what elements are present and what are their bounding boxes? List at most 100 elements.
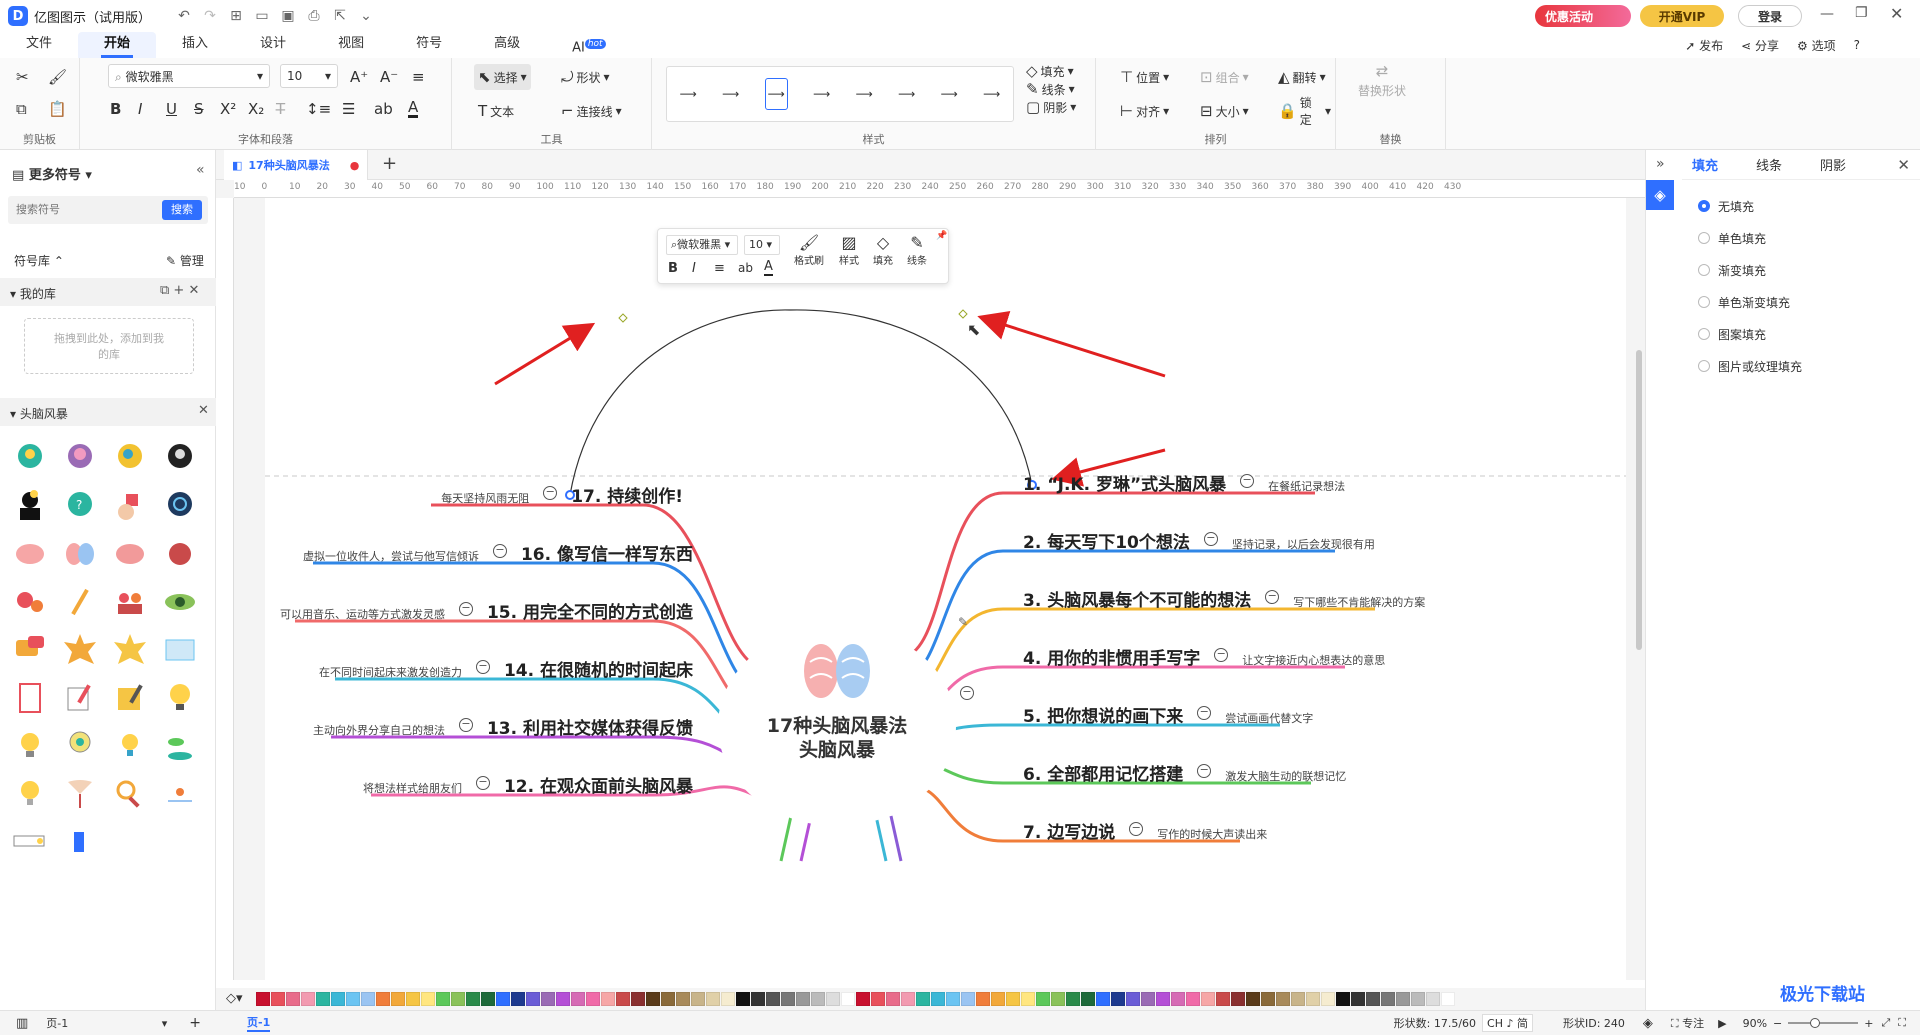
branch-note[interactable]: 主动向外界分享自己的想法 [313, 722, 445, 738]
line-style-option[interactable]: ⟶ [941, 87, 958, 101]
palette-fill-icon[interactable]: ◇▾ [226, 991, 243, 1006]
my-library-header[interactable]: ▾ 我的库 ⧉ + ✕ [0, 278, 216, 306]
control-point-handle[interactable] [958, 309, 968, 319]
clear-format-icon[interactable]: T̶ [272, 96, 289, 122]
color-swatch[interactable] [661, 992, 675, 1006]
line-style-gallery[interactable]: ⟶ ⟶ ⟶ ⟶ ⟶ ⟶ ⟶ ⟶ [666, 66, 1014, 122]
color-swatch[interactable] [421, 992, 435, 1006]
line-style-option[interactable]: ⟶ [722, 87, 739, 101]
color-swatch[interactable] [481, 992, 495, 1006]
hand-cube-icon[interactable] [110, 486, 150, 526]
position-button[interactable]: ⊤ 位置 ▾ [1116, 64, 1173, 90]
fan-icon[interactable] [60, 774, 100, 814]
fill-option-mono-gradient[interactable]: 单色渐变填充 [1646, 286, 1920, 318]
color-swatch[interactable] [1081, 992, 1095, 1006]
collapse-toggle-icon[interactable]: − [1203, 532, 1218, 546]
color-swatch[interactable] [691, 992, 705, 1006]
color-swatch[interactable] [1426, 992, 1440, 1006]
head-brain-icon[interactable] [60, 438, 100, 478]
underline-icon[interactable]: U [162, 96, 181, 122]
line-button[interactable]: ✎ 线条 ▾ [1022, 80, 1079, 98]
color-swatch[interactable] [1291, 992, 1305, 1006]
branch-note[interactable]: 虚拟一位收件人，尝试与他写信倾诉 [303, 548, 479, 564]
color-swatch[interactable] [556, 992, 570, 1006]
branch-topic[interactable]: 12. 在观众面前头脑风暴 [504, 772, 693, 797]
head-gears-icon[interactable] [110, 438, 150, 478]
fit-page-icon[interactable]: ⤢ [1881, 1016, 1890, 1030]
color-swatch[interactable] [991, 992, 1005, 1006]
color-swatch[interactable] [1396, 992, 1410, 1006]
branch-topic[interactable]: 2. 每天写下10个想法 [1023, 528, 1190, 553]
italic-icon[interactable]: I [134, 96, 146, 122]
float-case-icon[interactable]: ab [738, 261, 753, 275]
collapse-toggle-icon[interactable]: − [960, 686, 974, 700]
document-tab[interactable]: ◧ 17种头脑风暴法 ● [224, 150, 369, 180]
line-style-option[interactable]: ⟶ [680, 87, 697, 101]
canvas-area[interactable]: 10 0 10 20 30 40 50 60 70 80 90 100 110 120 130 140 150 1… [216, 180, 1645, 980]
copy-icon[interactable]: ⧉ [12, 96, 31, 122]
color-swatch[interactable] [751, 992, 765, 1006]
bulb-glow-icon[interactable] [10, 774, 50, 814]
color-swatch[interactable] [826, 992, 840, 1006]
symbol-search-input[interactable] [8, 196, 148, 224]
line-style-option[interactable]: ⟶ [898, 87, 915, 101]
brainstorm-library-header[interactable]: ▾ 头脑风暴 ✕ [0, 398, 216, 426]
branch-note[interactable]: 可以用音乐、运动等方式激发灵感 [280, 606, 445, 622]
color-swatch[interactable] [1156, 992, 1170, 1006]
color-swatch[interactable] [676, 992, 690, 1006]
collapse-panel-icon[interactable]: « [196, 162, 205, 178]
branch-note[interactable]: 坚持记录，以后会发现很有用 [1232, 536, 1375, 552]
brain-colored-icon[interactable] [60, 534, 100, 574]
cut-icon[interactable]: ✂ [12, 64, 33, 90]
collapse-toggle-icon[interactable]: − [475, 776, 490, 790]
connector-tool-button[interactable]: ⌐ 连接线 ▾ [557, 98, 626, 124]
tab-design[interactable]: 设计 [234, 32, 312, 58]
color-swatch[interactable] [721, 992, 735, 1006]
branch-topic[interactable]: 14. 在很随机的时间起床 [504, 656, 693, 681]
color-swatch[interactable] [1381, 992, 1395, 1006]
brain-pink-icon[interactable] [10, 534, 50, 574]
gears-icon[interactable] [10, 582, 50, 622]
superscript-icon[interactable]: X² [216, 96, 240, 122]
collapse-toggle-icon[interactable]: − [492, 544, 507, 558]
explosion-icon[interactable] [60, 630, 100, 670]
paragraph-align-icon[interactable]: ≡ [408, 64, 429, 90]
symbol-lib-toggle[interactable]: 符号库 ⌃ [14, 252, 64, 269]
color-swatch[interactable] [841, 992, 855, 1006]
color-swatch[interactable] [1021, 992, 1035, 1006]
vip-button[interactable]: 开通VIP [1640, 5, 1724, 27]
checklist-icon[interactable] [10, 678, 50, 718]
color-swatch[interactable] [1141, 992, 1155, 1006]
color-swatch[interactable] [496, 992, 510, 1006]
publish-button[interactable]: ➚ 发布 [1685, 37, 1723, 54]
branch-note[interactable]: 激发大脑生动的联想记忆 [1225, 768, 1346, 784]
brain-red-icon[interactable] [160, 534, 200, 574]
float-size-select[interactable]: 10 ▾ [744, 235, 780, 255]
subscript-icon[interactable]: X₂ [244, 96, 268, 122]
fullscreen-icon[interactable]: ⛶ [1898, 1016, 1906, 1030]
color-swatch[interactable] [601, 992, 615, 1006]
line-style-option[interactable]: ⟶ [856, 87, 873, 101]
color-swatch[interactable] [1051, 992, 1065, 1006]
fill-button[interactable]: ◇ 填充 ▾ [1022, 62, 1078, 80]
color-swatch[interactable] [1036, 992, 1050, 1006]
branch-topic[interactable]: 1. “J.K. 罗琳”式头脑风暴 [1023, 470, 1226, 495]
color-swatch[interactable] [1126, 992, 1140, 1006]
color-swatch[interactable] [1096, 992, 1110, 1006]
head-circuit-icon[interactable] [160, 486, 200, 526]
expand-panel-icon[interactable]: » [1656, 156, 1665, 172]
float-format-brush-button[interactable]: 🖌 格式刷 [792, 233, 826, 267]
flip-button[interactable]: ◭ 翻转 ▾ [1274, 64, 1330, 90]
zoom-out-icon[interactable]: − [1773, 1017, 1782, 1030]
export-icon[interactable]: ⇱ [327, 3, 353, 29]
open-icon[interactable]: ▭ [249, 3, 275, 29]
color-swatch[interactable] [526, 992, 540, 1006]
focus-mode-button[interactable]: ⛶ 专注 [1671, 1015, 1704, 1031]
control-point-handle[interactable] [618, 313, 628, 323]
color-swatch[interactable] [766, 992, 780, 1006]
color-swatch[interactable] [901, 992, 915, 1006]
color-swatch[interactable] [256, 992, 270, 1006]
float-italic-icon[interactable]: I [692, 261, 696, 276]
brain-outline-icon[interactable] [110, 534, 150, 574]
color-swatch[interactable] [736, 992, 750, 1006]
